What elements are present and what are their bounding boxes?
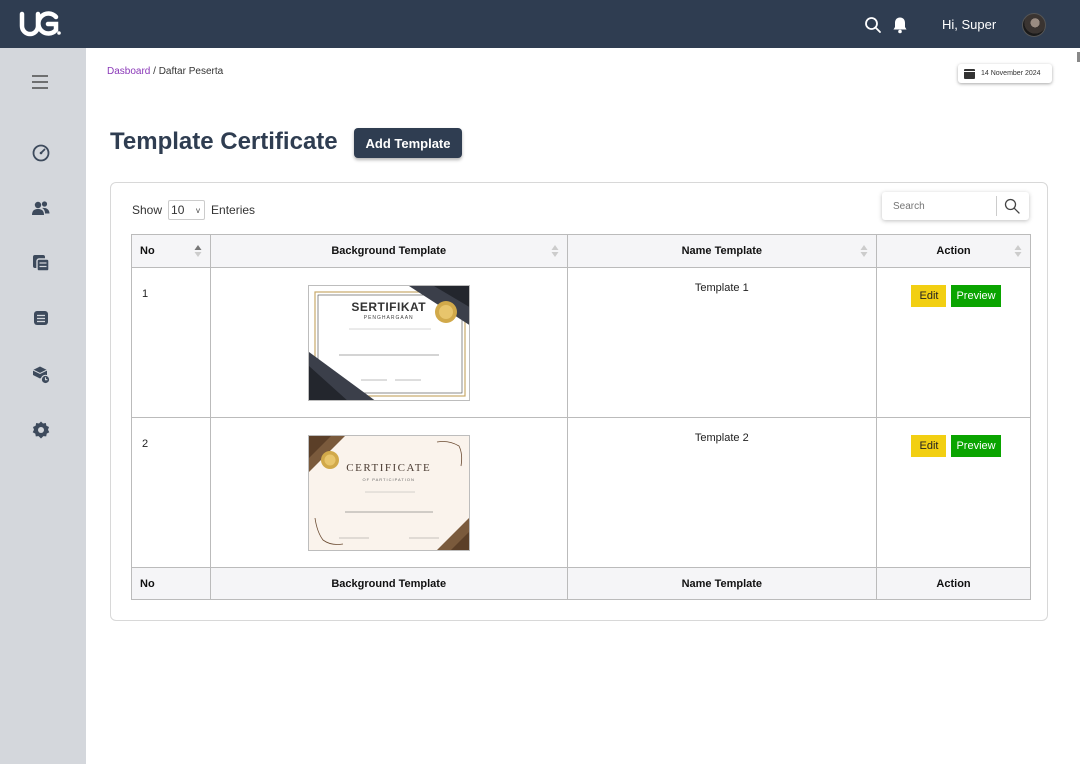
- cell-name: Template 2: [566, 417, 878, 568]
- cell-action: Edit Preview: [876, 417, 1031, 568]
- sort-icon[interactable]: [551, 244, 559, 258]
- calendar-icon: [964, 68, 975, 79]
- sort-icon[interactable]: [194, 244, 202, 258]
- entries-select-value: 10: [171, 203, 185, 217]
- thumbnail-title: SERTIFIKAT: [351, 300, 427, 314]
- edit-button[interactable]: Edit: [911, 285, 947, 307]
- brand-logo[interactable]: [18, 8, 62, 38]
- breadcrumb-separator: /: [150, 66, 159, 77]
- breadcrumb-current: Daftar Peserta: [158, 66, 224, 77]
- avatar[interactable]: [1022, 13, 1046, 37]
- menu-icon[interactable]: [30, 72, 50, 92]
- cell-no: 1: [131, 267, 211, 418]
- user-greeting: Hi, Super: [942, 17, 997, 32]
- settings-icon[interactable]: [31, 420, 51, 440]
- column-header-action[interactable]: Action: [876, 234, 1031, 268]
- search-icon[interactable]: [1004, 198, 1020, 214]
- search-box: [882, 192, 1029, 220]
- preview-button[interactable]: Preview: [951, 285, 1001, 307]
- thumbnail-subtitle: PENGHARGAAN: [363, 315, 414, 321]
- table-row: 2 CERTIFICATE OF PARTICIPATION Template …: [131, 417, 1031, 568]
- certificate-thumbnail[interactable]: SERTIFIKAT PENGHARGAAN: [307, 285, 470, 401]
- add-template-button[interactable]: Add Template: [354, 128, 462, 158]
- row-actions: Edit Preview: [877, 435, 1030, 457]
- users-icon[interactable]: [31, 198, 51, 218]
- thumbnail-title: CERTIFICATE: [346, 462, 432, 474]
- column-header-label: Background Template: [331, 245, 447, 257]
- footer-header-background: Background Template: [209, 567, 568, 600]
- preview-button[interactable]: Preview: [951, 435, 1001, 457]
- breadcrumb-link-dashboard[interactable]: Dasboard: [107, 66, 150, 77]
- cell-background: CERTIFICATE OF PARTICIPATION: [209, 417, 568, 568]
- chevron-down-icon: v: [196, 205, 201, 215]
- column-header-label: Name Template: [681, 245, 763, 257]
- row-actions: Edit Preview: [877, 285, 1030, 307]
- search-icon[interactable]: [864, 16, 882, 34]
- table-footer-row: No Background Template Name Template Act…: [131, 567, 1031, 600]
- dashboard-icon[interactable]: [31, 143, 51, 163]
- list-icon[interactable]: [31, 308, 51, 328]
- page-title: Template Certificate: [110, 128, 338, 155]
- footer-header-name: Name Template: [566, 567, 878, 600]
- bell-icon[interactable]: [892, 16, 908, 34]
- template-table-card: Show 10 v Enteries No: [110, 182, 1048, 621]
- table-row: 1 SERTIFIKAT PENGHARGAAN Template 1 Edit…: [131, 267, 1031, 418]
- column-header-no[interactable]: No: [131, 234, 211, 268]
- footer-header-action: Action: [876, 567, 1031, 600]
- search-input[interactable]: [882, 192, 996, 220]
- sort-icon[interactable]: [860, 244, 868, 258]
- column-header-name[interactable]: Name Template: [566, 234, 878, 268]
- show-label: Show: [132, 203, 163, 217]
- documents-icon[interactable]: [31, 253, 51, 273]
- edit-button[interactable]: Edit: [911, 435, 947, 457]
- cell-background: SERTIFIKAT PENGHARGAAN: [209, 267, 568, 418]
- box-clock-icon[interactable]: [31, 365, 51, 385]
- sidebar: [0, 48, 86, 764]
- template-table: No Background Template Name Template Act…: [131, 234, 1031, 600]
- certificate-graphic: [308, 436, 469, 550]
- table-header-row: No Background Template Name Template Act…: [131, 234, 1031, 268]
- date-text: 14 November 2024: [981, 70, 1041, 77]
- breadcrumb: Dasboard / Daftar Peserta: [107, 66, 223, 77]
- footer-header-no: No: [131, 567, 211, 600]
- column-header-label: Action: [936, 245, 971, 257]
- sort-icon[interactable]: [1014, 244, 1022, 258]
- entries-control: Show 10 v Enteries: [132, 200, 255, 220]
- thumbnail-subtitle: OF PARTICIPATION: [362, 477, 415, 482]
- cell-no: 2: [131, 417, 211, 568]
- top-navbar: Hi, Super: [0, 0, 1080, 48]
- cell-name: Template 1: [566, 267, 878, 418]
- certificate-thumbnail[interactable]: CERTIFICATE OF PARTICIPATION: [307, 435, 470, 551]
- cell-action: Edit Preview: [876, 267, 1031, 418]
- entries-label: Enteries: [211, 203, 256, 217]
- search-divider: [996, 196, 997, 216]
- main-content: Dasboard / Daftar Peserta 14 November 20…: [86, 48, 1080, 764]
- entries-select[interactable]: 10 v: [168, 200, 206, 220]
- column-header-label: No: [140, 245, 155, 257]
- column-header-background[interactable]: Background Template: [209, 234, 568, 268]
- date-badge: 14 November 2024: [958, 64, 1052, 83]
